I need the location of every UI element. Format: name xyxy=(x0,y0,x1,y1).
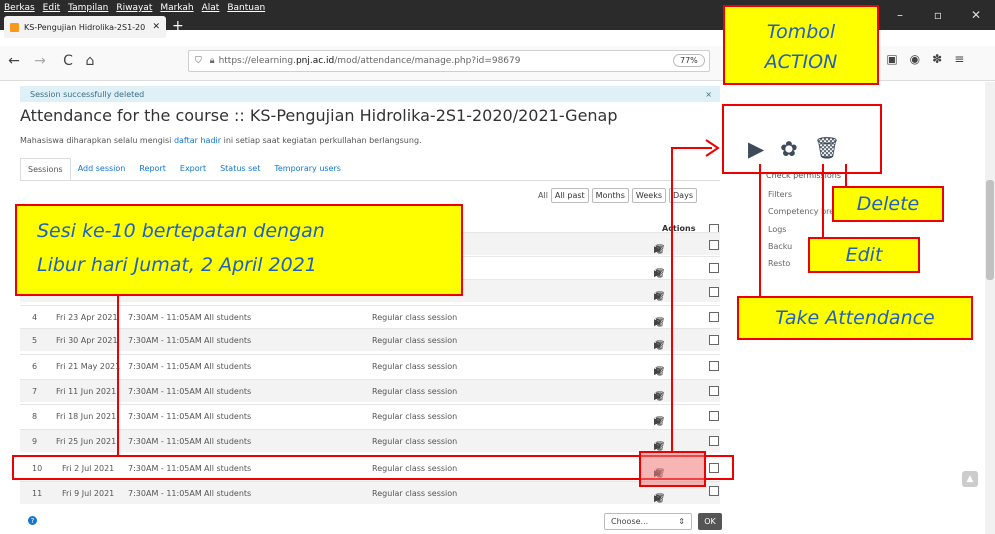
callout-line: Sesi ke-10 bertepatan dengan xyxy=(37,220,325,242)
callout-line: Tombol xyxy=(766,21,836,43)
delete-callout: Delete xyxy=(832,186,944,222)
callout-line: Libur hari Jumat, 2 April 2021 xyxy=(37,254,317,276)
tombol-action-callout: Tombol ACTION xyxy=(723,5,879,85)
edit-callout: Edit xyxy=(808,237,920,273)
callout-line: ACTION xyxy=(764,51,838,73)
take-attendance-callout: Take Attendance xyxy=(737,296,973,340)
session-10-callout: Sesi ke-10 bertepatan dengan Libur hari … xyxy=(15,204,463,296)
arrow-line xyxy=(671,147,712,451)
